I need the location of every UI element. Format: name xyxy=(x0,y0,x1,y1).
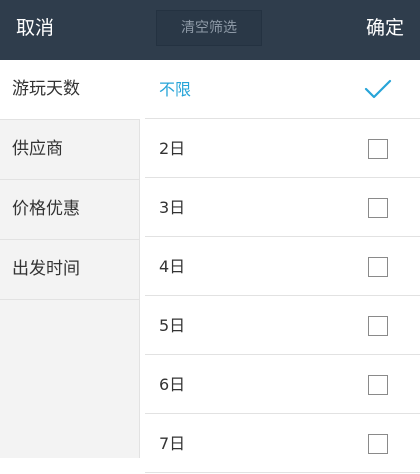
option-row-5-days[interactable]: 5日 xyxy=(145,296,420,355)
sidebar-item-departure-time[interactable]: 出发时间 xyxy=(0,240,139,300)
sidebar-item-trip-days[interactable]: 游玩天数 xyxy=(0,60,140,120)
clear-filters-button[interactable]: 清空筛选 xyxy=(156,10,262,46)
option-label: 3日 xyxy=(159,198,186,217)
option-row-4-days[interactable]: 4日 xyxy=(145,237,420,296)
option-row-6-days[interactable]: 6日 xyxy=(145,355,420,414)
filter-options-list: 不限 2日 3日 4日 5日 6日 7日 xyxy=(145,60,420,473)
checkbox-icon[interactable] xyxy=(368,257,388,277)
sidebar-item-label: 供应商 xyxy=(12,139,63,159)
option-row-3-days[interactable]: 3日 xyxy=(145,178,420,237)
option-row-7-days[interactable]: 7日 xyxy=(145,414,420,473)
checkbox-icon[interactable] xyxy=(368,434,388,454)
filter-header: 取消 清空筛选 确定 xyxy=(0,0,420,60)
cancel-button[interactable]: 取消 xyxy=(16,0,54,60)
checkbox-icon[interactable] xyxy=(368,316,388,336)
option-row-unlimited[interactable]: 不限 xyxy=(145,60,420,119)
sidebar-item-label: 价格优惠 xyxy=(12,199,80,219)
sidebar-item-price-discount[interactable]: 价格优惠 xyxy=(0,180,139,240)
option-label: 7日 xyxy=(159,434,186,453)
checkbox-icon[interactable] xyxy=(368,198,388,218)
sidebar-item-label: 出发时间 xyxy=(12,259,80,279)
filter-category-sidebar: 游玩天数 供应商 价格优惠 出发时间 xyxy=(0,60,140,458)
option-label: 4日 xyxy=(159,257,186,276)
checkbox-icon[interactable] xyxy=(368,139,388,159)
sidebar-item-supplier[interactable]: 供应商 xyxy=(0,120,139,180)
option-label: 5日 xyxy=(159,316,186,335)
checkbox-icon[interactable] xyxy=(368,375,388,395)
option-label: 不限 xyxy=(159,80,192,99)
option-row-2-days[interactable]: 2日 xyxy=(145,119,420,178)
option-label: 6日 xyxy=(159,375,186,394)
checkmark-icon xyxy=(364,79,392,99)
sidebar-item-label: 游玩天数 xyxy=(12,79,80,99)
confirm-button[interactable]: 确定 xyxy=(366,0,404,60)
option-label: 2日 xyxy=(159,139,186,158)
